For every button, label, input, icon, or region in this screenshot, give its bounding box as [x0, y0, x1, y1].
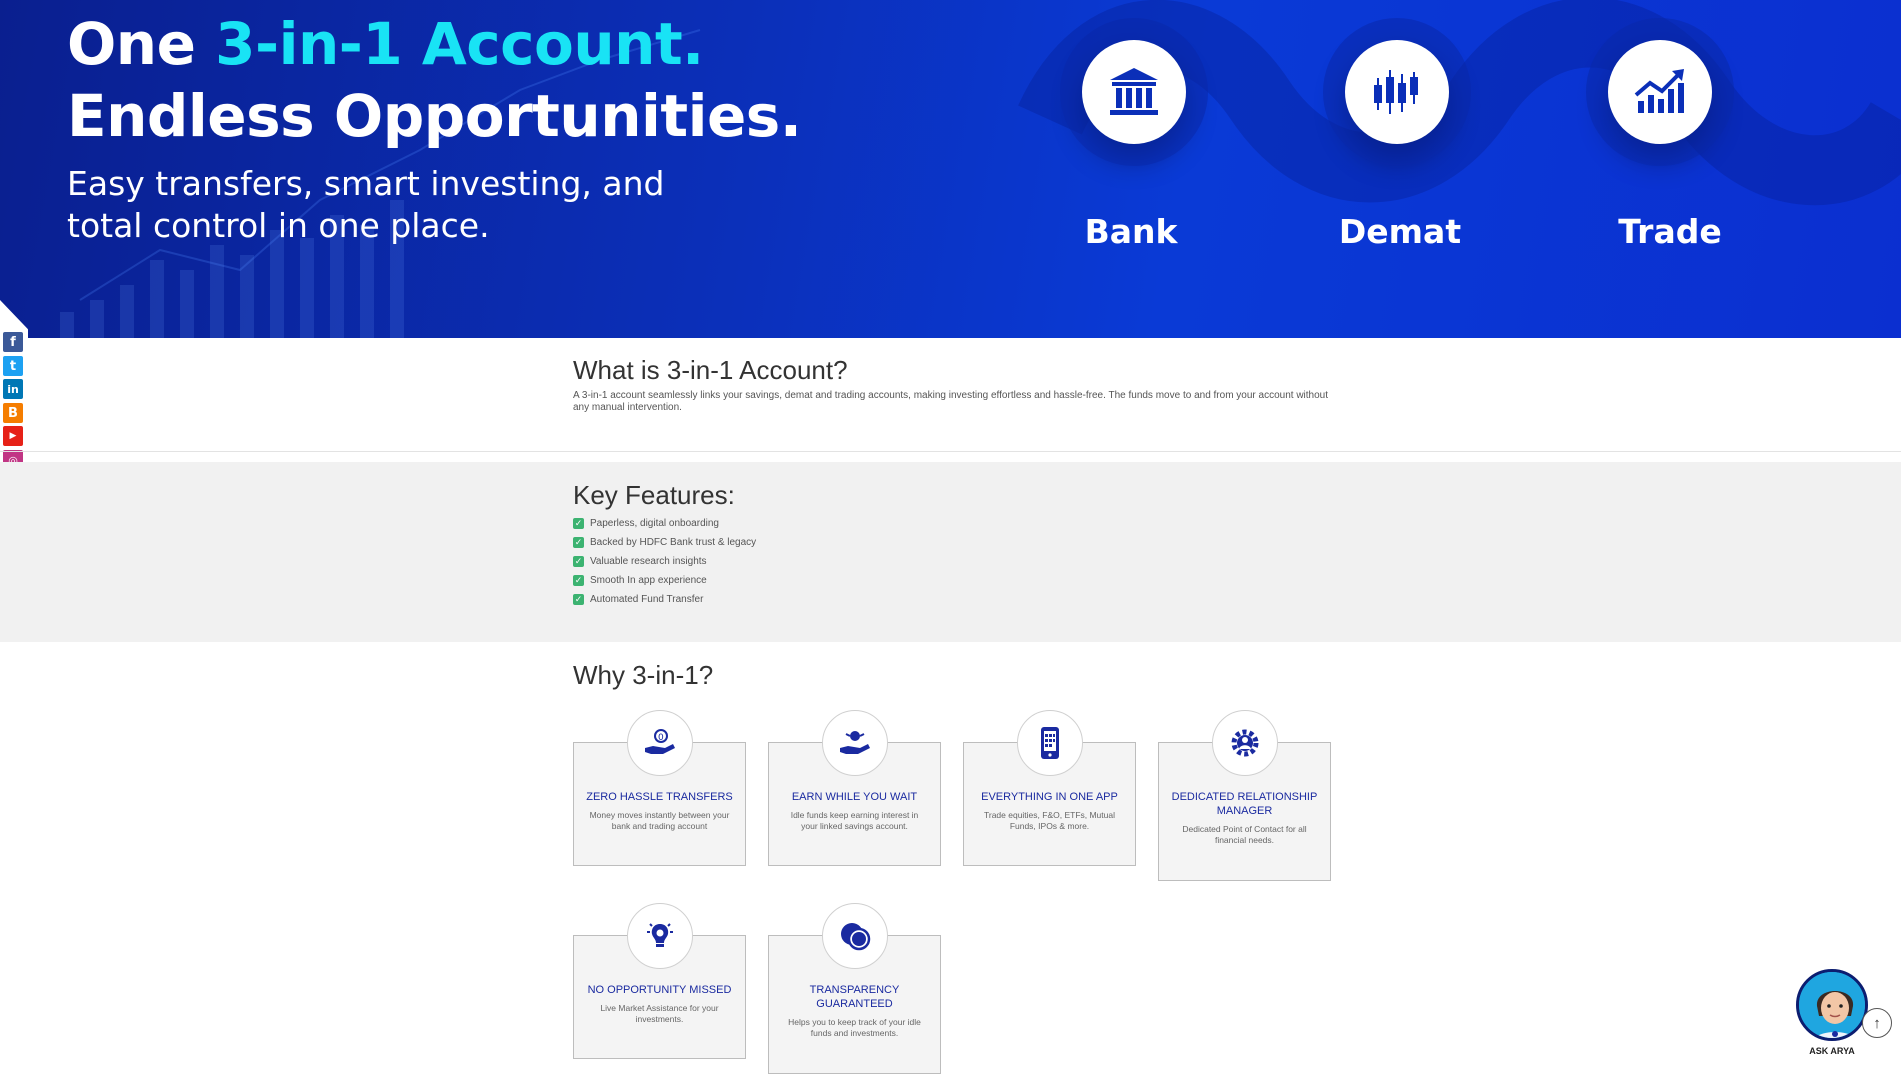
hero-banner: One 3-in-1 Account. Endless Opportunitie…: [0, 0, 1901, 338]
ask-arya-label[interactable]: ASK ARYA: [1800, 1046, 1864, 1056]
hero-subtitle-line1: Easy transfers, smart investing, and: [67, 164, 665, 203]
card-text: Trade equities, F&O, ETFs, Mutual Funds,…: [983, 810, 1115, 831]
facebook-icon[interactable]: f: [3, 332, 23, 352]
bank-pillar: [1082, 40, 1186, 144]
assistant-avatar-icon: [1799, 972, 1865, 1038]
features-title: Key Features:: [573, 480, 735, 510]
check-icon: ✓: [573, 537, 584, 548]
mobile-icon: [1017, 710, 1083, 776]
list-item: ✓ Smooth In app experience: [573, 571, 756, 590]
bank-label: Bank: [1084, 212, 1178, 251]
ask-arya-avatar[interactable]: [1796, 969, 1868, 1041]
why-title: Why 3-in-1?: [573, 660, 714, 690]
check-icon: ✓: [573, 556, 584, 567]
what-description: A 3-in-1 account seamlessly links your s…: [573, 390, 1329, 413]
hero-subtitle: Easy transfers, smart investing, and tot…: [67, 163, 707, 247]
check-icon: ✓: [573, 575, 584, 586]
card-text: Money moves instantly between your bank …: [589, 810, 730, 831]
list-item: ✓ Automated Fund Transfer: [573, 590, 756, 609]
gear-person-icon: [1212, 710, 1278, 776]
card-title: ZERO HASSLE TRANSFERS: [586, 791, 733, 803]
hand-coin-icon: 0: [627, 710, 693, 776]
card-text: Idle funds keep earning interest in your…: [790, 810, 919, 831]
trade-label: Trade: [1618, 212, 1722, 251]
arrow-up-icon: ↑: [1873, 1014, 1881, 1032]
section-divider: [0, 451, 1901, 452]
scroll-to-top-button[interactable]: ↑: [1862, 1008, 1892, 1038]
bulb-icon: [627, 903, 693, 969]
card-text: Helps you to keep track of your idle fun…: [788, 1017, 921, 1038]
feature-card-earn-while-wait: EARN WHILE YOU WAIT Idle funds keep earn…: [768, 710, 941, 866]
hero-subtitle-line2: total control in one place.: [67, 206, 490, 245]
bank-icon: [1110, 68, 1158, 115]
card-title: NO OPPORTUNITY MISSED: [587, 984, 732, 996]
hero-title-prefix: One: [67, 10, 216, 78]
youtube-icon[interactable]: ▶: [3, 426, 23, 446]
hand-money-icon: [822, 710, 888, 776]
card-text: Live Market Assistance for your investme…: [600, 1003, 719, 1024]
list-item: ✓ Valuable research insights: [573, 552, 756, 571]
card-text: Dedicated Point of Contact for all finan…: [1182, 824, 1307, 845]
card-title: EVERYTHING IN ONE APP: [981, 791, 1118, 803]
feature-label: Backed by HDFC Bank trust & legacy: [590, 537, 757, 548]
hero-title: One 3-in-1 Account. Endless Opportunitie…: [67, 8, 802, 152]
feature-label: Valuable research insights: [590, 556, 707, 567]
list-item: ✓ Paperless, digital onboarding: [573, 514, 756, 533]
demat-label: Demat: [1338, 212, 1462, 251]
svg-text:0: 0: [658, 733, 664, 743]
list-item: ✓ Backed by HDFC Bank trust & legacy: [573, 533, 756, 552]
card-title: DEDICATED RELATIONSHIP MANAGER: [1171, 791, 1318, 817]
feature-card-relationship-manager: DEDICATED RELATIONSHIP MANAGER Dedicated…: [1158, 710, 1331, 881]
key-features-section: [0, 462, 1901, 642]
feature-card-zero-hassle: 0 ZERO HASSLE TRANSFERS Money moves inst…: [573, 710, 746, 866]
blogger-icon[interactable]: B: [3, 403, 23, 423]
check-icon: ✓: [573, 594, 584, 605]
hero-title-accent: 3-in-1 Account.: [215, 10, 704, 78]
trade-pillar: [1608, 40, 1712, 144]
trend-up-icon: [1634, 69, 1684, 113]
feature-card-transparency: TRANSPARENCY GUARANTEED Helps you to kee…: [768, 903, 941, 1074]
twitter-icon[interactable]: t: [3, 356, 23, 376]
hero-title-line2: Endless Opportunities.: [67, 82, 802, 150]
feature-label: Smooth In app experience: [590, 575, 707, 586]
feature-label: Paperless, digital onboarding: [590, 518, 719, 529]
features-list: ✓ Paperless, digital onboarding ✓ Backed b…: [573, 514, 756, 609]
feature-card-no-opportunity-missed: NO OPPORTUNITY MISSED Live Market Assist…: [573, 903, 746, 1059]
coins-icon: [822, 903, 888, 969]
card-title: TRANSPARENCY GUARANTEED: [809, 984, 900, 1010]
what-title: What is 3-in-1 Account?: [573, 355, 848, 385]
feature-card-one-app: EVERYTHING IN ONE APP Trade equities, F&…: [963, 710, 1136, 866]
card-title: EARN WHILE YOU WAIT: [791, 791, 918, 803]
check-icon: ✓: [573, 518, 584, 529]
feature-label: Automated Fund Transfer: [590, 594, 704, 605]
linkedin-icon[interactable]: in: [3, 379, 23, 399]
candlestick-icon: [1374, 70, 1418, 114]
demat-pillar: [1345, 40, 1449, 144]
